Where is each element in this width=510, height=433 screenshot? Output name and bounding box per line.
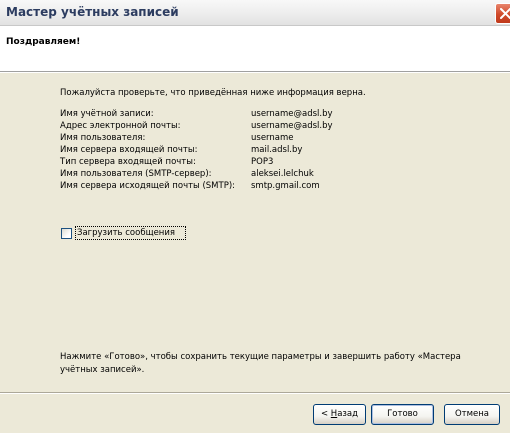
info-value: username@adsl.by [251, 109, 333, 119]
info-label: Имя сервера исходящей почты (SMTP): [60, 181, 235, 191]
footer-divider-highlight [0, 393, 510, 394]
header-divider [0, 72, 510, 73]
info-label: Адрес электронной почты: [60, 121, 181, 131]
title-bar: Мастер учётных записей [0, 0, 510, 26]
download-messages-checkbox[interactable]: Загрузить сообщения [60, 226, 186, 241]
info-label: Тип сервера входящей почты: [60, 157, 196, 167]
info-label: Имя пользователя (SMTP-сервер): [60, 169, 212, 179]
info-label: Имя сервера входящей почты: [60, 145, 198, 155]
close-button[interactable] [495, 3, 510, 24]
back-button[interactable]: < Назад [313, 404, 366, 425]
window-title: Мастер учётных записей [6, 5, 179, 19]
intro-text: Пожалуйста проверьте, что приведённая ни… [60, 88, 366, 98]
page-title: Поздравляем! [6, 37, 81, 47]
info-value: aleksei.lelchuk [251, 169, 314, 179]
info-label: Имя пользователя: [60, 133, 146, 143]
finish-instructions: Нажмите «Готово», чтобы сохранить текущи… [60, 352, 461, 375]
info-value: mail.adsl.by [251, 145, 303, 155]
info-value: username [251, 133, 294, 143]
info-value: username@adsl.by [251, 121, 333, 131]
info-label: Имя учётной записи: [60, 109, 154, 119]
cancel-button[interactable]: Отмена [444, 404, 500, 425]
back-rest: азад [337, 409, 359, 419]
header-panel: Поздравляем! [0, 26, 510, 72]
finish-button[interactable]: Готово [371, 404, 434, 425]
back-prefix: < [320, 409, 331, 419]
info-value: smtp.gmail.com [251, 181, 320, 191]
checkbox-box[interactable] [61, 228, 72, 239]
checkbox-label[interactable]: Загрузить сообщения [77, 228, 175, 238]
info-value: POP3 [251, 157, 274, 167]
close-icon [500, 8, 510, 19]
